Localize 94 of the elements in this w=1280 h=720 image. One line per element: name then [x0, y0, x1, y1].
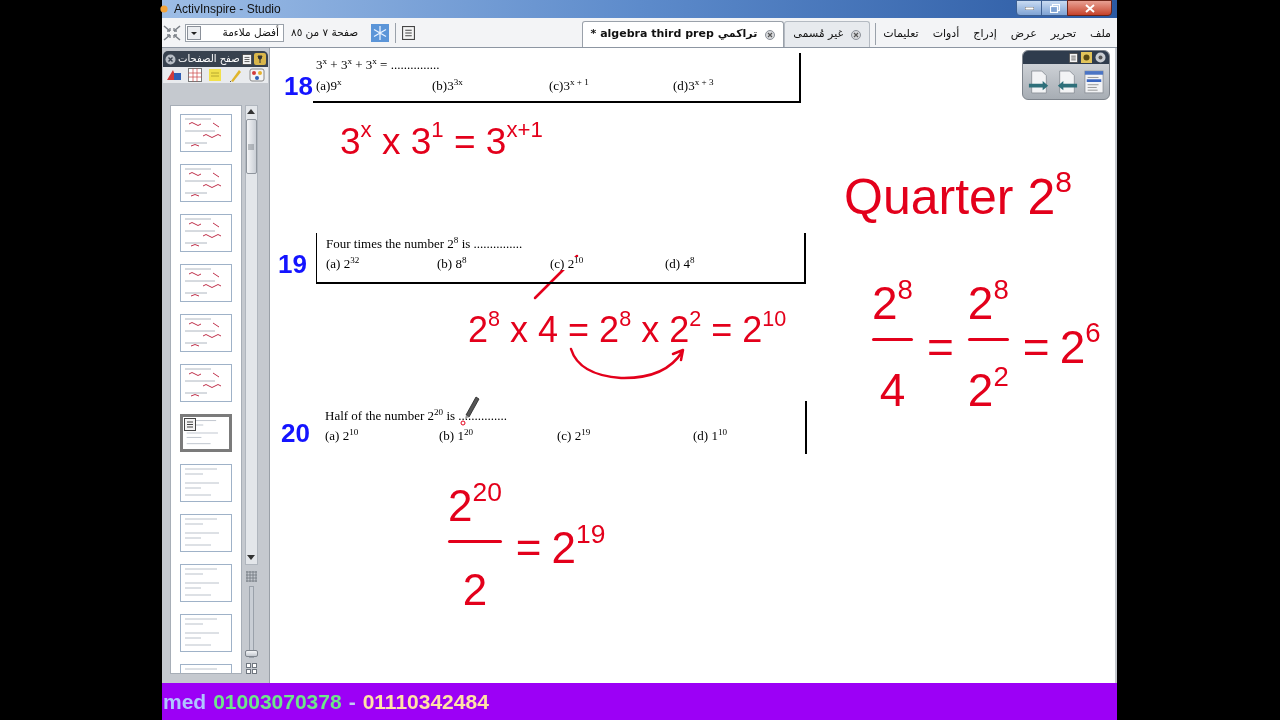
handwritten-text: 2$^{19}$: [551, 517, 606, 570]
question-text: 3$^{x}$ + 3$^{x}$ + 3$^{x}$ = ...............: [316, 58, 440, 71]
handwritten-text: Quarter 2$^{8}$: [844, 163, 1072, 222]
menu-item[interactable]: ملف: [1090, 25, 1111, 43]
caret-icon: [187, 25, 201, 40]
page-icon[interactable]: [402, 25, 416, 40]
menu-item[interactable]: إدراج: [973, 25, 997, 43]
page-left-arrow-icon[interactable]: [1056, 69, 1078, 94]
four-squares-icon[interactable]: [245, 663, 257, 674]
minimize-icon: [1024, 6, 1034, 10]
app-icon: [160, 4, 168, 14]
shapes-icon[interactable]: [166, 68, 183, 82]
page-icon[interactable]: [1069, 52, 1078, 63]
answer-option: (d) 1$^{10}$: [693, 429, 727, 442]
answer-option: (d) 4$^{8}$: [665, 257, 695, 270]
question-number: 19: [278, 251, 307, 277]
down-arrow-icon[interactable]: [247, 555, 255, 560]
page-grid-icon[interactable]: [188, 68, 203, 82]
ticker-text: 01003070378: [213, 691, 342, 712]
up-arrow-icon[interactable]: [247, 109, 255, 114]
question-text: Four times the number 2$^{8}$ is ...............: [326, 237, 523, 250]
page-thumbnail[interactable]: [180, 264, 232, 302]
scrollbar-thumb[interactable]: [245, 119, 257, 174]
denominator: 2: [462, 563, 488, 612]
answer-option: (a)9$^{x}$: [316, 79, 342, 92]
answer-option: (b) 8$^{8}$: [437, 257, 467, 270]
page-thumbnail[interactable]: [180, 214, 232, 252]
page-thumbnail[interactable]: [180, 164, 232, 202]
handwritten-text: =: [926, 319, 954, 370]
answer-option: (b) 1$^{20}$: [439, 429, 473, 442]
restore-icon: [1049, 3, 1060, 13]
question-number: 20: [281, 420, 310, 446]
close-icon[interactable]: [851, 29, 862, 40]
close-icon: [1084, 3, 1095, 13]
close-button[interactable]: [1067, 0, 1112, 16]
restore-button[interactable]: [1042, 0, 1067, 16]
snowflake-icon[interactable]: [371, 23, 390, 42]
handwritten-text: =: [515, 521, 542, 570]
page-thumbnail[interactable]: [180, 364, 232, 402]
answer-option: (c)3$^{x + 1}$: [549, 79, 589, 92]
menu-item[interactable]: عرض: [1010, 25, 1037, 43]
pin-icon[interactable]: [254, 53, 266, 65]
fraction-bar: [872, 338, 913, 342]
question-number: 18: [284, 73, 313, 99]
ticker-text: med: [163, 691, 207, 712]
handwritten-text: 3$^{x}$ x 3$^{1}$ = 3$^{x+1}$: [340, 116, 543, 160]
close-icon[interactable]: [165, 53, 176, 65]
ticker-text: -: [348, 691, 356, 712]
window-title: ActivInspire - Studio: [174, 3, 281, 15]
fraction-bar: [448, 539, 502, 543]
page-thumbnail[interactable]: [180, 464, 232, 502]
page-thumbnail[interactable]: [180, 314, 232, 352]
fraction-bar: [967, 338, 1009, 342]
numerator: 2$^{8}$: [872, 272, 913, 327]
numerator: 2$^{20}$: [448, 475, 502, 528]
handwritten-text: =: [1022, 319, 1050, 370]
answer-option: (d)3$^{x + 3}$: [673, 79, 714, 92]
page-icon[interactable]: [242, 53, 252, 65]
page-right-arrow-icon[interactable]: [1028, 69, 1050, 94]
document-tab[interactable]: * algebra third prep تراكمي: [581, 21, 785, 47]
answer-option: (a) 2$^{10}$: [325, 429, 359, 442]
page-thumbnail[interactable]: [180, 564, 232, 602]
denominator: 4: [879, 363, 906, 414]
disc-icon[interactable]: [1081, 52, 1092, 63]
answer-option: (b)3$^{3x}$: [432, 79, 463, 92]
numerator: 2$^{8}$: [967, 272, 1009, 327]
panel-title: صفح الصفحات: [178, 54, 240, 64]
document-tab[interactable]: غير مُسمى: [784, 21, 871, 47]
scrollbar[interactable]: [244, 105, 258, 565]
page-list-icon[interactable]: [1084, 69, 1104, 94]
close-icon[interactable]: [765, 29, 776, 40]
page-thumbnail[interactable]: [180, 114, 232, 152]
answer-option: (c) 2$^{10}$: [550, 257, 584, 270]
page-thumbnail[interactable]: [180, 414, 232, 452]
handwritten-text: 2$^{8}$ x 4 = 2$^{8}$ x 2$^{2}$ = 2$^{10}$: [468, 305, 787, 349]
denominator: 2$^{2}$: [967, 359, 1009, 414]
page-icon[interactable]: [184, 418, 196, 431]
answer-option: (a) 2$^{32}$: [326, 257, 360, 270]
page-indicator: صفحة ٧ من ٨٥: [291, 24, 359, 41]
grip-icon: [248, 143, 254, 150]
zoom-dropdown[interactable]: أفضل ملاءمة: [185, 23, 284, 42]
circle-icon[interactable]: [1095, 52, 1106, 63]
slider-thumb[interactable]: [244, 650, 258, 657]
ticker-text: 01110342484: [362, 691, 489, 712]
palette-icon[interactable]: [248, 68, 265, 82]
menu-item[interactable]: تحرير: [1050, 25, 1077, 43]
page-thumbnail[interactable]: [180, 614, 232, 652]
minimize-button[interactable]: [1016, 0, 1042, 16]
pen-cursor-icon: [460, 394, 480, 426]
answer-option: (c) 2$^{19}$: [557, 429, 591, 442]
arrows-inward-icon[interactable]: [163, 24, 181, 41]
question-text: Half of the number 2$^{20}$ is ...............: [325, 409, 508, 422]
handwritten-text: 2$^{6}$: [1059, 316, 1101, 370]
page-thumbnail[interactable]: [180, 514, 232, 552]
